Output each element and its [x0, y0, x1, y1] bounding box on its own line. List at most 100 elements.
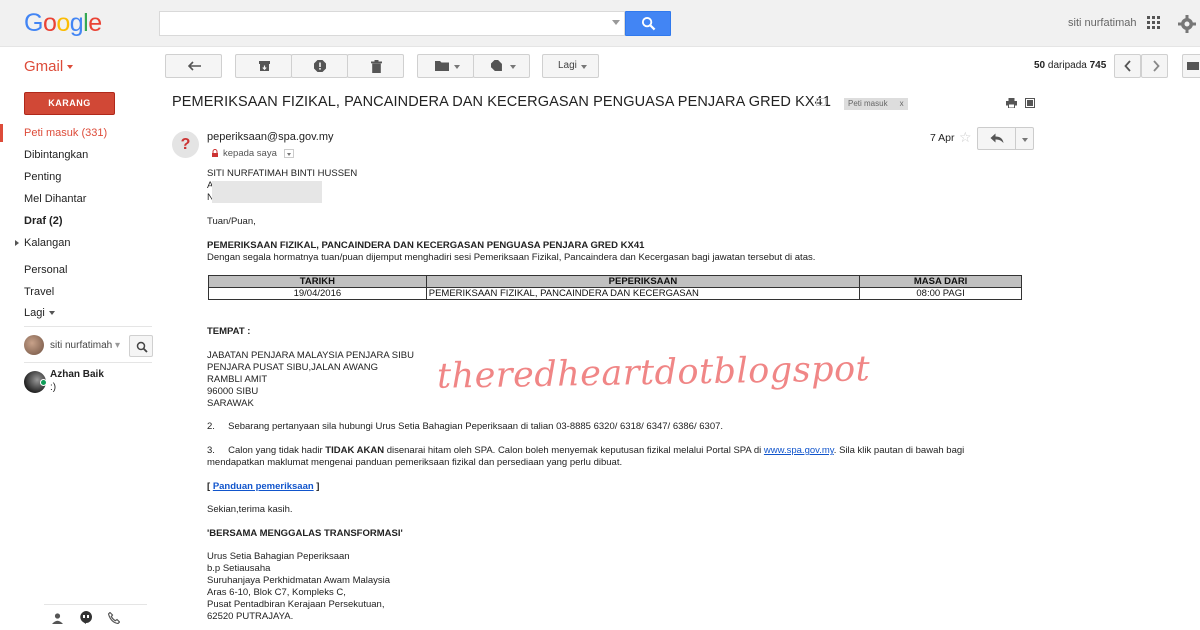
chevron-down-icon [581, 65, 587, 69]
signature-line: 62520 PUTRAJAYA. [207, 611, 294, 622]
report-spam-button[interactable] [291, 54, 348, 78]
hangouts-footer [44, 604, 147, 630]
newer-button[interactable] [1114, 54, 1141, 78]
sidebar-item-more-label: Lagi [24, 307, 45, 319]
chevron-down-icon [1022, 138, 1028, 142]
chevron-left-icon [1124, 60, 1131, 72]
guide-link[interactable]: Panduan pemeriksaan [213, 481, 314, 492]
contact-name[interactable]: Azhan Baik [50, 369, 104, 380]
table-row: 19/04/2016 PEMERIKSAAN FIZIKAL, PANCAIND… [208, 287, 1022, 300]
more-actions-label: Lagi [558, 60, 577, 71]
sidebar-item-starred[interactable]: Dibintangkan [24, 149, 88, 161]
sidebar-divider [24, 362, 152, 363]
hangouts-icon[interactable] [80, 611, 92, 629]
bracket-close: ] [313, 481, 320, 492]
signature-line: b.p Setiausaha [207, 563, 271, 574]
para3-text: disenarai hitam oleh SPA. Calon boleh me… [384, 445, 764, 456]
online-status-icon [40, 379, 47, 386]
star-icon[interactable]: ☆ [959, 129, 972, 146]
salutation: Tuan/Puan, [207, 216, 256, 227]
google-logo[interactable]: Google [24, 9, 102, 38]
sidebar-item-sent[interactable]: Mel Dihantar [24, 193, 86, 205]
phone-icon[interactable] [107, 611, 121, 629]
para3-emphasis: TIDAK AKAN [325, 445, 385, 456]
spa-portal-link[interactable]: www.spa.gov.my [764, 445, 834, 456]
sidebar-item-personal[interactable]: Personal [24, 264, 67, 276]
search-input[interactable] [159, 11, 625, 36]
sender-avatar[interactable]: ? [172, 131, 199, 158]
compose-button[interactable]: KARANG [24, 92, 115, 115]
gmail-label: Gmail [24, 58, 64, 75]
keyboard-icon [1187, 62, 1199, 70]
gmail-app-switcher[interactable]: Gmail [24, 58, 74, 75]
print-icon[interactable] [1006, 98, 1017, 108]
search-button[interactable] [625, 11, 671, 36]
more-options-button[interactable] [1015, 127, 1034, 150]
older-button[interactable] [1141, 54, 1168, 78]
chevron-down-icon [67, 65, 74, 70]
archive-button[interactable] [235, 54, 292, 78]
label-chip-inbox[interactable]: Peti masuk x [844, 98, 908, 110]
person-icon[interactable] [52, 611, 63, 629]
sidebar-item-drafts[interactable]: Draf (2) [24, 215, 63, 227]
more-actions-button[interactable]: Lagi [542, 54, 599, 78]
open-in-new-window-icon[interactable] [1025, 98, 1035, 108]
spam-icon [314, 60, 326, 72]
chevron-down-icon [454, 65, 460, 69]
sender-email[interactable]: peperiksaan@spa.gov.my [207, 131, 334, 143]
move-to-button[interactable] [417, 54, 474, 78]
reply-button[interactable] [977, 127, 1016, 150]
search-options-chevron-down-icon[interactable] [612, 20, 620, 25]
sidebar-divider [24, 326, 152, 327]
labels-button[interactable] [473, 54, 530, 78]
table-header-row: TARIKH PEPERIKSAAN MASA DARI [208, 275, 1022, 288]
sidebar-item-circles[interactable]: Kalangan [24, 237, 71, 249]
table-cell-exam: PEMERIKSAAN FIZIKAL, PANCAINDERA DAN KEC… [425, 287, 861, 300]
address-line: SARAWAK [207, 398, 254, 409]
delete-button[interactable] [347, 54, 404, 78]
avatar[interactable] [24, 335, 44, 355]
sidebar-item-inbox[interactable]: Peti masuk (331) [24, 127, 107, 139]
label-tag-icon [491, 60, 502, 71]
apps-grid-icon[interactable] [1147, 16, 1161, 30]
label-chip-text: Peti masuk [848, 99, 888, 108]
logo-letter: o [42, 9, 57, 37]
logo-letter: e [88, 9, 102, 37]
body-heading: PEMERIKSAAN FIZIKAL, PANCAINDERA DAN KEC… [207, 240, 645, 251]
body-paragraph-3-line-2: mendapatkan maklumat mengenai panduan pe… [207, 457, 623, 468]
para3-text: . Sila klik pautan di bawah bagi [833, 445, 965, 456]
top-bar: Google siti nurfatimah [0, 0, 1200, 47]
remove-label-close-icon[interactable]: x [900, 98, 904, 110]
account-username[interactable]: siti nurfatimah [1068, 17, 1136, 29]
table-cell-time: 08:00 PAGI [859, 287, 1022, 300]
sidebar-item-more[interactable]: Lagi [24, 307, 55, 319]
show-details-chevron-down-icon[interactable] [284, 149, 294, 158]
address-line: PENJARA PUSAT SIBU,JALAN AWANG [207, 362, 379, 373]
hangouts-self-name[interactable]: siti nurfatimah ▾ [50, 340, 120, 351]
chevron-right-icon [1153, 60, 1160, 72]
address-line: 96000 SIBU [207, 386, 259, 397]
sidebar-item-important[interactable]: Penting [24, 171, 61, 183]
signature-line: Suruhanjaya Perkhidmatan Awam Malaysia [207, 575, 391, 586]
chevron-down-icon [48, 311, 55, 316]
motto: 'BERSAMA MENGGALAS TRANSFORMASI' [207, 528, 403, 539]
signature-line: Aras 6-10, Blok C7, Kompleks C, [207, 587, 346, 598]
address-line: JABATAN PENJARA MALAYSIA PENJARA SIBU [207, 350, 414, 361]
trash-icon [371, 60, 382, 73]
label-important-icon[interactable] [816, 98, 826, 106]
input-tools-button[interactable] [1182, 54, 1200, 78]
active-nav-indicator [0, 124, 3, 142]
table-cell-date: 19/04/2016 [208, 287, 427, 300]
gear-icon[interactable] [1176, 13, 1198, 35]
signature-line: Pusat Pentadbiran Kerajaan Persekutuan, [207, 599, 385, 610]
sidebar-item-travel[interactable]: Travel [24, 286, 54, 298]
back-to-inbox-button[interactable] [165, 54, 222, 78]
recipient-name: SITI NURFATIMAH BINTI HUSSEN [207, 168, 358, 179]
body-paragraph-3: 3. Calon yang tidak hadir TIDAK AKAN dis… [207, 445, 964, 456]
contact-status: :) [50, 382, 57, 393]
hangouts-search-button[interactable] [129, 335, 153, 357]
back-arrow-icon [188, 61, 201, 71]
body-paragraph-2: 2. Sebarang pertanyaan sila hubungi Urus… [207, 421, 724, 432]
page-total: 745 [1089, 60, 1107, 71]
expand-arrow-icon[interactable] [15, 240, 19, 246]
